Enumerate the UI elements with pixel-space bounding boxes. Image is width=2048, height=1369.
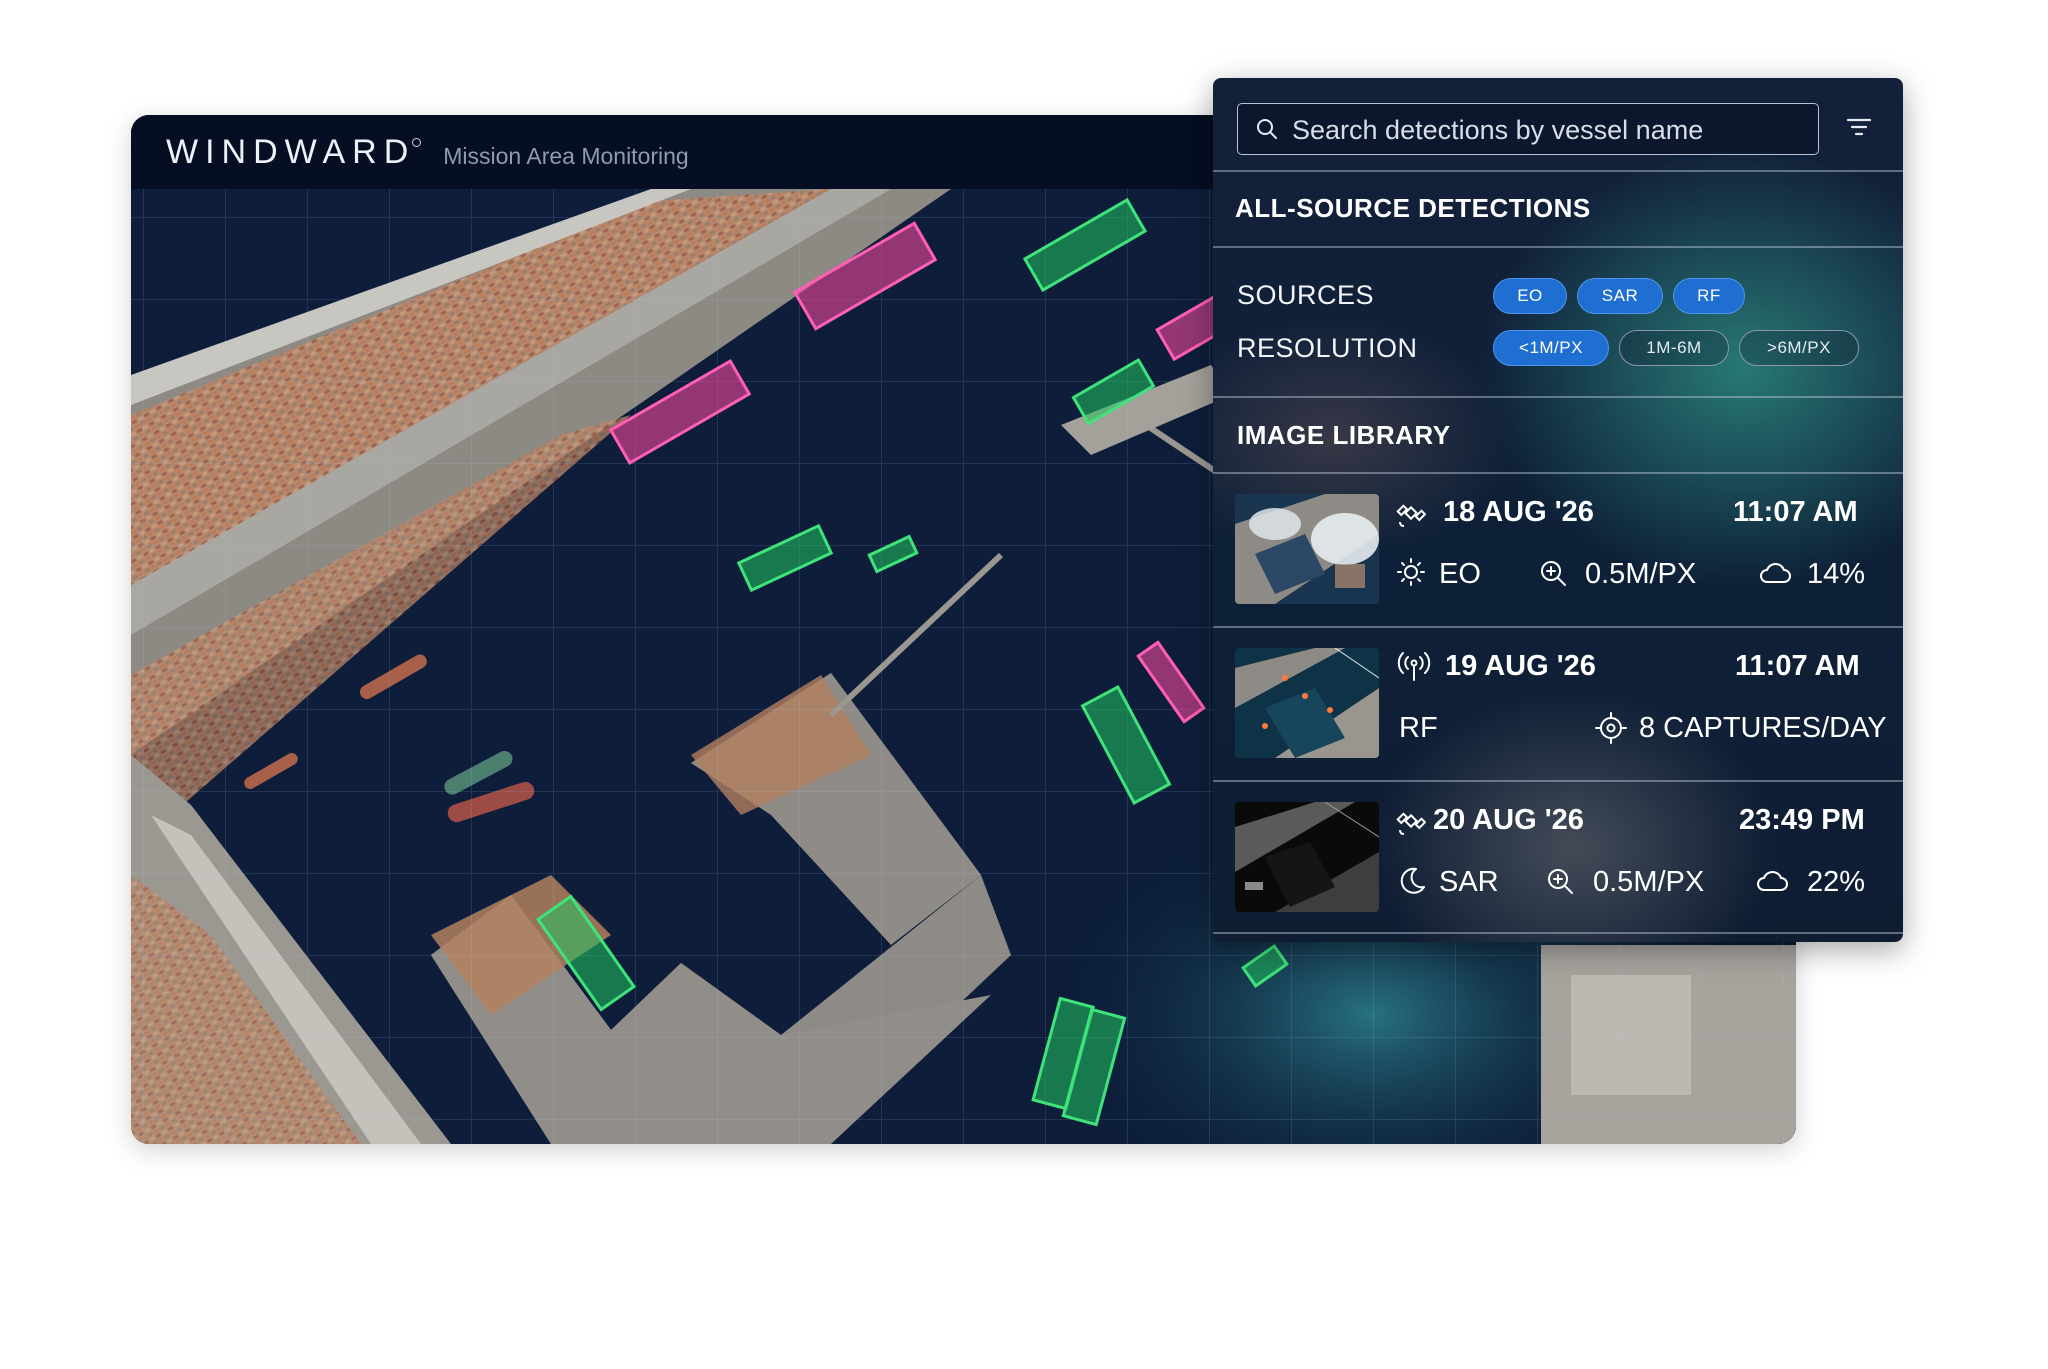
chip-resolution-1m-6m[interactable]: 1M-6M bbox=[1619, 330, 1729, 366]
satellite-icon bbox=[1396, 504, 1426, 527]
entry-cloud-cover: 22% bbox=[1807, 866, 1866, 898]
entry-cloud-cover: 14% bbox=[1807, 558, 1866, 590]
filter-icon[interactable] bbox=[1847, 117, 1871, 137]
entry-captures: 8 CAPTURES/DAY bbox=[1639, 712, 1887, 744]
satellite-icon bbox=[1396, 812, 1426, 835]
entry-resolution: 0.5M/PX bbox=[1593, 866, 1705, 898]
chip-source-sar[interactable]: SAR bbox=[1577, 278, 1663, 314]
entry-date: 20 AUG '26 bbox=[1433, 804, 1584, 836]
entry-source: SAR bbox=[1439, 866, 1499, 898]
entry-date: 18 AUG '26 bbox=[1443, 496, 1594, 528]
library-entry[interactable]: 19 AUG '26 11:07 AM RF 8 CAPTURES/DAY bbox=[1213, 628, 1903, 780]
divider bbox=[1213, 170, 1903, 172]
chip-source-eo[interactable]: EO bbox=[1493, 278, 1567, 314]
detections-title: ALL-SOURCE DETECTIONS bbox=[1235, 193, 1591, 223]
moon-icon bbox=[1400, 867, 1425, 894]
chip-resolution-over-6m[interactable]: >6M/PX bbox=[1739, 330, 1859, 366]
entry-source: EO bbox=[1439, 558, 1481, 590]
page-subtitle: Mission Area Monitoring bbox=[443, 142, 689, 169]
brand-name: WINDWARD bbox=[166, 132, 416, 171]
divider bbox=[1213, 932, 1903, 934]
entry-source: RF bbox=[1399, 712, 1438, 744]
entry-time: 11:07 AM bbox=[1735, 650, 1860, 682]
entry-date: 19 AUG '26 bbox=[1445, 650, 1596, 682]
search-input[interactable] bbox=[1290, 104, 1804, 156]
image-thumbnail bbox=[1235, 648, 1379, 758]
radio-signal-icon bbox=[1397, 652, 1431, 681]
chip-source-rf[interactable]: RF bbox=[1673, 278, 1745, 314]
entry-time: 11:07 AM bbox=[1733, 496, 1858, 528]
resolution-label: RESOLUTION bbox=[1237, 333, 1418, 363]
image-library-title: IMAGE LIBRARY bbox=[1237, 420, 1451, 450]
target-icon bbox=[1595, 712, 1627, 744]
cloud-icon bbox=[1757, 871, 1788, 891]
entry-resolution: 0.5M/PX bbox=[1585, 558, 1697, 590]
divider bbox=[1213, 396, 1903, 398]
sources-label: SOURCES bbox=[1237, 280, 1375, 310]
image-thumbnail bbox=[1235, 802, 1379, 912]
detections-panel: ALL-SOURCE DETECTIONS SOURCES EO SAR RF … bbox=[1213, 78, 1903, 942]
search-icon bbox=[1257, 119, 1277, 139]
chip-resolution-under-1m[interactable]: <1M/PX bbox=[1493, 330, 1609, 366]
divider bbox=[1213, 246, 1903, 248]
brand-mark-icon bbox=[412, 137, 422, 147]
search-row bbox=[1237, 103, 1877, 156]
image-thumbnail bbox=[1235, 494, 1379, 604]
cloud-icon bbox=[1760, 563, 1791, 583]
library-entry[interactable]: 20 AUG '26 23:49 PM SAR 0.5M/PX 22% bbox=[1213, 782, 1903, 934]
zoom-in-icon bbox=[1548, 869, 1573, 894]
library-entry[interactable]: 18 AUG '26 11:07 AM EO 0.5M/PX 14% bbox=[1213, 474, 1903, 626]
zoom-in-icon bbox=[1541, 561, 1566, 586]
brand-logo[interactable]: WINDWARD bbox=[166, 132, 422, 172]
entry-time: 23:49 PM bbox=[1739, 804, 1865, 836]
sun-icon bbox=[1397, 558, 1425, 586]
search-box[interactable] bbox=[1237, 103, 1819, 156]
